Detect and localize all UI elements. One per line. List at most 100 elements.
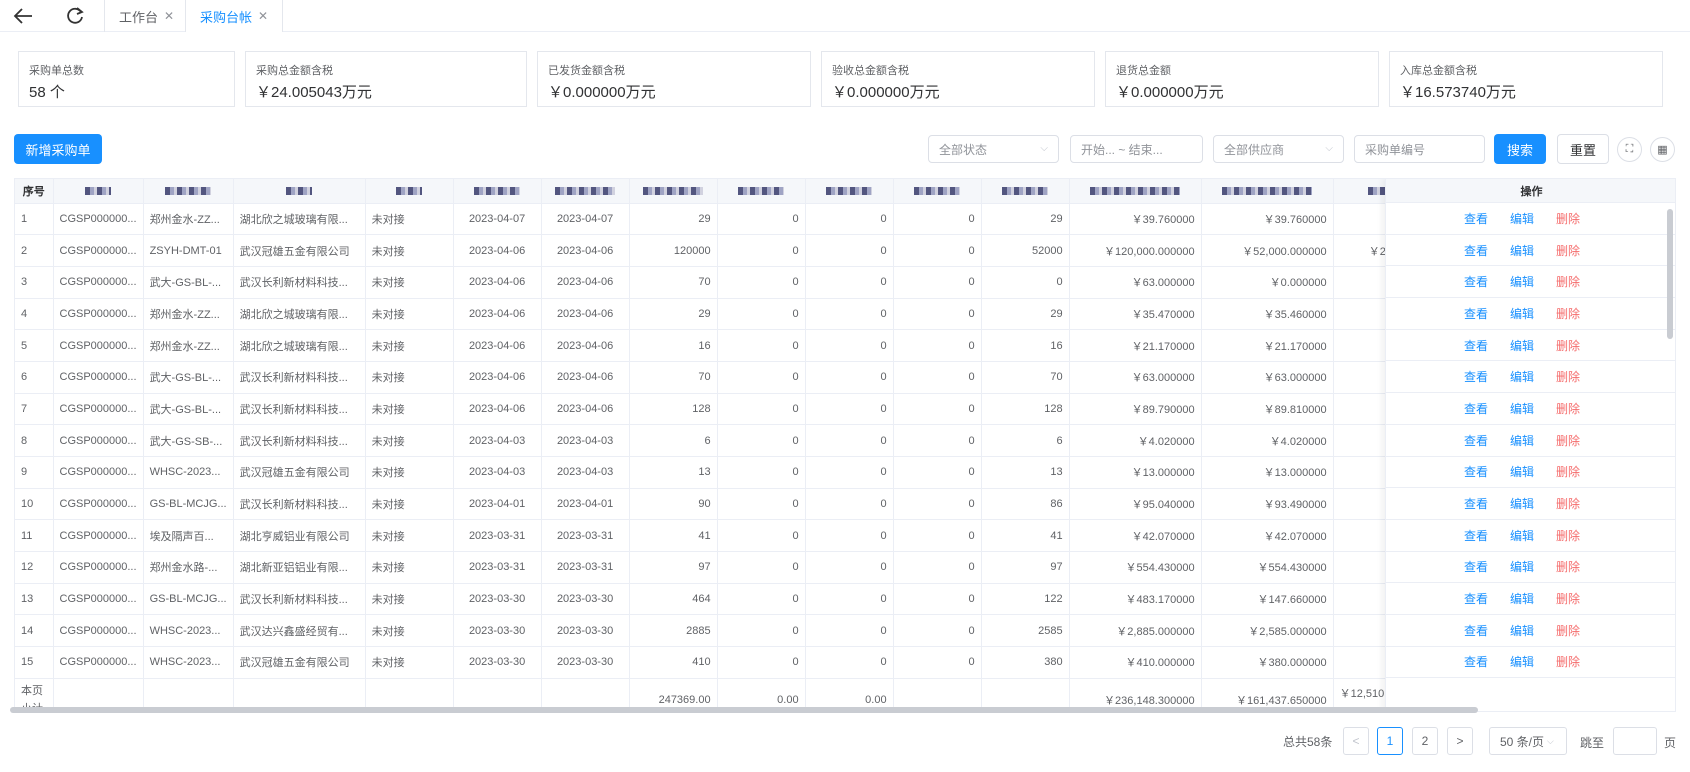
table-row[interactable]: 6 CGSP000000... 武大-GS-BL-... 武汉长利新材料科技... 未对… <box>15 361 1430 394</box>
close-icon[interactable]: ✕ <box>164 9 174 23</box>
stat-value: ￥0.000000万元 <box>1116 84 1224 101</box>
delete-button[interactable]: 删除 <box>1556 210 1580 227</box>
cell-quantity: 29 <box>629 298 718 331</box>
back-arrow-icon[interactable] <box>10 3 36 29</box>
view-button[interactable]: 查看 <box>1464 242 1488 259</box>
table-row[interactable]: 2 CGSP000000... ZSYH-DMT-01 武汉冠雄五金有限公司 未对接 20… <box>15 234 1430 267</box>
edit-button[interactable]: 编辑 <box>1510 368 1534 385</box>
edit-button[interactable]: 编辑 <box>1510 210 1534 227</box>
cell-project-code: 埃及隔声百... <box>143 519 234 553</box>
table-row[interactable]: 13 CGSP000000... GS-BL-MCJG... 武汉长利新材料科技...… <box>15 583 1430 616</box>
table-row[interactable]: 1 CGSP000000... 郑州金水-ZZ... 湖北欣之城玻璃有限... 未对接 2… <box>15 203 1430 236</box>
view-button[interactable]: 查看 <box>1464 400 1488 417</box>
table-row[interactable]: 8 CGSP000000... 武大-GS-SB-... 武汉长利新材料科技... 未对… <box>15 424 1430 457</box>
table-row[interactable]: 10 CGSP000000... GS-BL-MCJG... 武汉长利新材料科技...… <box>15 488 1430 521</box>
edit-button[interactable]: 编辑 <box>1510 242 1534 259</box>
cell-delivery-date: 2023-04-07 <box>541 203 630 236</box>
delete-button[interactable]: 删除 <box>1556 368 1580 385</box>
edit-button[interactable]: 编辑 <box>1510 653 1534 670</box>
view-button[interactable]: 查看 <box>1464 337 1488 354</box>
table-row[interactable]: 4 CGSP000000... 郑州金水-ZZ... 湖北欣之城玻璃有限... 未对接 2… <box>15 298 1430 331</box>
cell-shipped-qty: 0 <box>717 614 806 648</box>
cell-order-date: 2023-04-06 <box>453 266 542 299</box>
view-button[interactable]: 查看 <box>1464 527 1488 544</box>
page-size-select[interactable]: 50 条/页 ⌵ <box>1489 727 1567 755</box>
status-select[interactable]: 全部状态 ⌵ <box>928 135 1059 163</box>
cell-shipped-qty: 0 <box>717 234 806 267</box>
delete-button[interactable]: 删除 <box>1556 400 1580 417</box>
page-1-button[interactable]: 1 <box>1377 727 1403 755</box>
add-purchase-order-button[interactable]: 新增采购单 <box>14 134 102 164</box>
delete-button[interactable]: 删除 <box>1556 273 1580 290</box>
table-row[interactable]: 14 CGSP000000... WHSC-2023... 武汉达兴鑫盛经贸有... 未… <box>15 614 1430 648</box>
refresh-icon[interactable] <box>62 3 88 29</box>
stat-label: 入库总金额含税 <box>1400 65 1477 77</box>
next-page-button[interactable]: > <box>1447 727 1473 755</box>
edit-button[interactable]: 编辑 <box>1510 337 1534 354</box>
table-row[interactable]: 15 CGSP000000... WHSC-2023... 武汉冠雄五金有限公司 未对接… <box>15 646 1430 679</box>
delete-button[interactable]: 删除 <box>1556 242 1580 259</box>
edit-button[interactable]: 编辑 <box>1510 495 1534 512</box>
page-2-button[interactable]: 2 <box>1412 727 1438 755</box>
delete-button[interactable]: 删除 <box>1556 527 1580 544</box>
view-button[interactable]: 查看 <box>1464 590 1488 607</box>
delete-button[interactable]: 删除 <box>1556 622 1580 639</box>
delete-button[interactable]: 删除 <box>1556 558 1580 575</box>
view-button[interactable]: 查看 <box>1464 273 1488 290</box>
close-icon[interactable]: ✕ <box>258 9 268 23</box>
edit-button[interactable]: 编辑 <box>1510 527 1534 544</box>
cell-stocked-amount: ￥380.000000 <box>1201 646 1334 679</box>
view-button[interactable]: 查看 <box>1464 653 1488 670</box>
cell-shipped-qty: 0 <box>717 329 806 362</box>
cell-quantity: 70 <box>629 266 718 299</box>
jump-page-input[interactable] <box>1613 727 1657 755</box>
prev-page-button[interactable]: < <box>1343 727 1369 755</box>
delete-button[interactable]: 删除 <box>1556 653 1580 670</box>
view-button[interactable]: 查看 <box>1464 622 1488 639</box>
table-row[interactable]: 11 CGSP000000... 埃及隔声百... 湖北亨威铝业有限公司 未对接 2023… <box>15 519 1430 553</box>
fullscreen-icon[interactable]: ⛶ <box>1617 137 1642 162</box>
ops-row: 查看 编辑 删除 <box>1386 488 1675 520</box>
order-number-input[interactable]: 采购单编号 <box>1354 135 1485 163</box>
column-header <box>53 179 144 204</box>
view-button[interactable]: 查看 <box>1464 305 1488 322</box>
view-button[interactable]: 查看 <box>1464 432 1488 449</box>
edit-button[interactable]: 编辑 <box>1510 432 1534 449</box>
supplier-select-value: 全部供应商 <box>1224 142 1285 157</box>
table-row[interactable]: 3 CGSP000000... 武大-GS-BL-... 武汉长利新材料科技... 未对… <box>15 266 1430 299</box>
view-button[interactable]: 查看 <box>1464 210 1488 227</box>
view-button[interactable]: 查看 <box>1464 495 1488 512</box>
delete-button[interactable]: 删除 <box>1556 305 1580 322</box>
delete-button[interactable]: 删除 <box>1556 590 1580 607</box>
search-button[interactable]: 搜索 <box>1494 134 1546 164</box>
tab-purchase-ledger[interactable]: 采购台帐 ✕ <box>185 0 284 32</box>
column-settings-icon[interactable]: ▦ <box>1650 137 1675 162</box>
vertical-scrollbar[interactable] <box>1667 209 1673 339</box>
view-button[interactable]: 查看 <box>1464 368 1488 385</box>
delete-button[interactable]: 删除 <box>1556 495 1580 512</box>
edit-button[interactable]: 编辑 <box>1510 305 1534 322</box>
supplier-select[interactable]: 全部供应商 ⌵ <box>1213 135 1344 163</box>
edit-button[interactable]: 编辑 <box>1510 400 1534 417</box>
tab-workbench[interactable]: 工作台 ✕ <box>104 0 190 32</box>
reset-button[interactable]: 重置 <box>1557 134 1609 164</box>
table-row[interactable]: 12 CGSP000000... 郑州金水路-... 湖北新亚铝铝业有限... 未对接 2… <box>15 551 1430 584</box>
delete-button[interactable]: 删除 <box>1556 337 1580 354</box>
view-button[interactable]: 查看 <box>1464 463 1488 480</box>
horizontal-scrollbar[interactable] <box>10 707 1478 713</box>
edit-button[interactable]: 编辑 <box>1510 273 1534 290</box>
cell-sync-status: 未对接 <box>365 456 454 489</box>
edit-button[interactable]: 编辑 <box>1510 558 1534 575</box>
delete-button[interactable]: 删除 <box>1556 432 1580 449</box>
table-row[interactable]: 9 CGSP000000... WHSC-2023... 武汉冠雄五金有限公司 未对接 2… <box>15 456 1430 489</box>
view-button[interactable]: 查看 <box>1464 558 1488 575</box>
edit-button[interactable]: 编辑 <box>1510 590 1534 607</box>
cell-project-code: WHSC-2023... <box>143 456 234 489</box>
delete-button[interactable]: 删除 <box>1556 463 1580 480</box>
date-range-picker[interactable]: 开始... ~ 结束... <box>1070 135 1203 163</box>
edit-button[interactable]: 编辑 <box>1510 463 1534 480</box>
edit-button[interactable]: 编辑 <box>1510 622 1534 639</box>
table-row[interactable]: 5 CGSP000000... 郑州金水-ZZ... 湖北欣之城玻璃有限... 未对接 2… <box>15 329 1430 362</box>
cell-stocked-qty: 86 <box>981 488 1070 521</box>
table-row[interactable]: 7 CGSP000000... 武大-GS-BL-... 武汉长利新材料科技... 未对… <box>15 393 1430 426</box>
